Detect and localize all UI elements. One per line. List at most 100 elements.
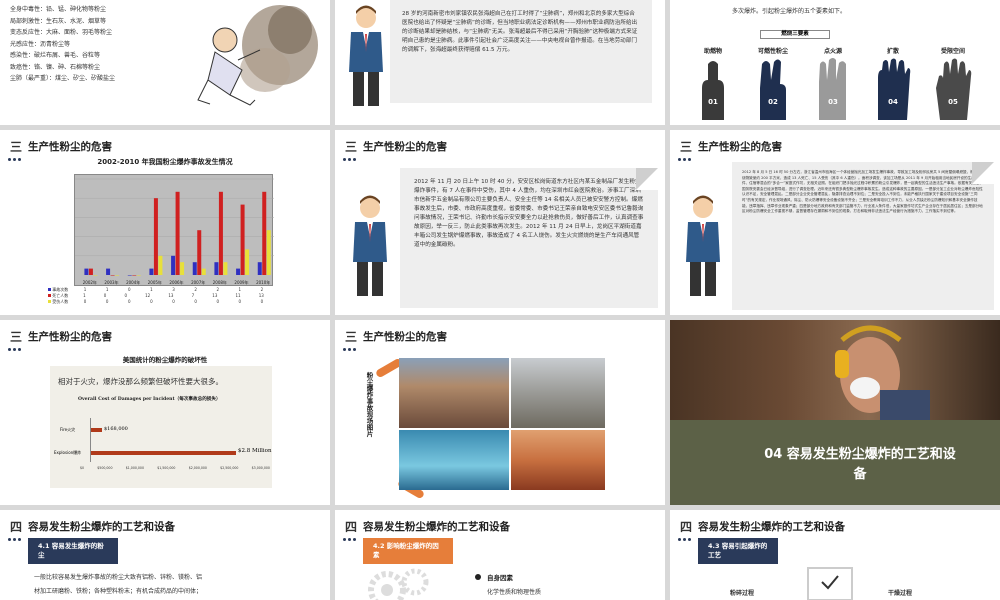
bar-事故次数 <box>257 262 262 275</box>
fire-bar <box>90 428 102 432</box>
title-text: 容易发生粉尘爆炸的工艺和设备 <box>698 521 846 533</box>
section-number: 三 <box>10 140 23 154</box>
explosion-label: Explosion爆炸 <box>54 450 82 455</box>
decorative-dots <box>343 538 356 541</box>
text-line: 光感应性：沥青粉尘等 <box>10 40 71 48</box>
accident-photo <box>399 358 509 428</box>
subtitle: 美国统计的粉尘爆炸的破坏性 <box>122 356 208 364</box>
slide-thumbnail-6[interactable]: 三生产性粉尘的危害 2012 年 8 月 5 日 16 时 50 分左右，浙江省… <box>670 130 1000 315</box>
slide-thumbnail-9[interactable]: 04 容易发生粉尘爆炸的工艺和设备 <box>670 320 1000 505</box>
x-axis-ticks: $0 $500,000 $1,000,000 $1,500,000 $2,000,000… <box>80 466 270 470</box>
bar-事故次数 <box>236 268 241 275</box>
x-tick-label: 2010年 <box>256 279 270 285</box>
text-line: 致癌性：铬、镍、砷、石棉等粉尘 <box>10 63 101 71</box>
slide-title: 三生产性粉尘的危害 <box>680 138 782 155</box>
hand-05: 受限空间 05 <box>934 48 972 120</box>
slide-thumbnail-4[interactable]: 三生产性粉尘的危害 2002-2010 年我国粉尘爆炸事故发生情况 2002年 2… <box>0 130 330 315</box>
section-number: 四 <box>680 520 693 534</box>
presenter-figure <box>349 5 383 106</box>
accident-photo-collage <box>399 358 605 490</box>
case-text-card: 2012 年 8 月 5 日 16 时 50 分左右，浙江省温州市瓯海区一个体经… <box>732 162 994 310</box>
hand-03: 点火源 03 <box>814 48 852 120</box>
slide-thumbnail-5[interactable]: 三生产性粉尘的危害 2012 年 11 月 20 日上午 10 时 40 分，安… <box>335 130 665 315</box>
bar-死亡人数 <box>110 275 115 276</box>
table-cell: 0 <box>128 299 131 304</box>
bar-死亡人数 <box>197 230 202 275</box>
decorative-dots <box>8 158 21 161</box>
slide-thumbnail-10[interactable]: 四容易发生粉尘爆炸的工艺和设备 4.1 容易发生爆炸的粉尘 一般比较容易发生爆炸… <box>0 510 330 600</box>
slide-thumbnail-12[interactable]: 四容易发生粉尘爆炸的工艺和设备 4.3 容易引起爆炸的工艺 粉碎过程 干燥过程 <box>670 510 1000 600</box>
slide-thumbnail-8[interactable]: 三生产性粉尘的危害 粉尘爆炸事故现场图片 <box>335 320 665 505</box>
text-line: 尘肺（最严重）：煤尘、矽尘、矽酸盐尘 <box>10 75 116 82</box>
bar-受伤人数 <box>93 275 98 276</box>
title-text: 容易发生粉尘爆炸的工艺和设备 <box>28 521 176 533</box>
decorative-dots <box>343 348 356 351</box>
table-cell: 0 <box>194 299 197 304</box>
fire-label: Fire火灾 <box>60 427 76 432</box>
axis-line <box>90 418 91 462</box>
bar-死亡人数 <box>240 204 245 275</box>
hand-number: 02 <box>768 98 778 106</box>
hand-label: 可燃性粉尘 <box>757 48 788 55</box>
slide-title: 三生产性粉尘的危害 <box>345 138 447 155</box>
decorative-dots <box>678 158 691 161</box>
decorative-dots <box>343 158 356 161</box>
bar-事故次数 <box>149 268 154 275</box>
table-cell: 0 <box>260 299 264 304</box>
slide-thumbnail-1[interactable]: 全身中毒性：铅、锰、砷化物等粉尘 局部刺激性：生石灰、水泥、烟草等 变态反应性：… <box>0 0 330 125</box>
bar-死亡人数 <box>218 191 223 275</box>
explosion-value: $2.8 Million <box>238 448 272 454</box>
hand-02: 可燃性粉尘 02 <box>754 48 792 120</box>
page-fold <box>636 168 658 190</box>
bar-死亡人数 <box>153 198 158 275</box>
case-text-card: 28 岁的河南新密市刘家镇农民张海超自己在打工时得了“尘肺病”，郑州和北京的多家… <box>390 0 652 103</box>
table-cell: 0 <box>83 299 87 304</box>
text-line: 全身中毒性：铅、锰、砷化物等粉尘 <box>10 6 107 13</box>
text-line: 局部刺激性：生石灰、水泥、烟草等 <box>10 17 107 25</box>
table-cell: 0 <box>172 299 175 304</box>
x-tick-label: 2004年 <box>126 279 140 285</box>
legend-entry: 受伤人数 <box>48 299 74 305</box>
bar-受伤人数 <box>223 262 228 275</box>
chart-plot-area: 2002年 2003年 2004年 2005年 2006年 2007年 2008年 2009年… <box>74 174 274 286</box>
accident-photo <box>399 430 509 490</box>
text-list: 全身中毒性：铅、锰、砷化物等粉尘 局部刺激性：生石灰、水泥、烟草等 变态反应性：… <box>10 4 115 85</box>
chart-data-table: 事故次数 1 1 0 1 3 2 2 1 2 死亡人数 1 0 0 12 13 7 13 11 13 受伤人数 0 0 0… <box>48 287 273 305</box>
bar-事故次数 <box>106 268 111 275</box>
worker-with-mask-illustration <box>835 325 930 420</box>
section-number: 四 <box>10 520 23 534</box>
title-text: 容易发生粉尘爆炸的工艺和设备 <box>363 521 511 533</box>
slide-thumbnail-2[interactable]: 28 岁的河南新密市刘家镇农民张海超自己在打工时得了“尘肺病”，郑州和北京的多家… <box>335 0 665 125</box>
bar-死亡人数 <box>175 191 180 275</box>
accident-photo <box>511 430 605 490</box>
title-text: 生产性粉尘的危害 <box>363 331 448 343</box>
slide-title: 三生产性粉尘的危害 <box>10 328 112 345</box>
x-tick-label: 2007年 <box>191 279 205 285</box>
slide-thumbnail-11[interactable]: 四容易发生粉尘爆炸的工艺和设备 4.2 影响粉尘爆炸的因素 自身因素 化学性质和… <box>335 510 665 600</box>
x-tick-label: 2009年 <box>234 279 248 285</box>
title-text: 生产性粉尘的危害 <box>28 331 113 343</box>
bar-死亡人数 <box>132 275 137 276</box>
page-fold <box>972 162 994 184</box>
bar-事故次数 <box>127 275 132 276</box>
bullet-dot <box>475 574 481 580</box>
case-text: 2012 年 11 月 20 日上午 10 时 40 分，安安区松岗街道东方社区… <box>414 179 644 248</box>
decorative-dots <box>8 538 21 541</box>
slide-thumbnail-7[interactable]: 三生产性粉尘的危害 美国统计的粉尘爆炸的破坏性 相对于火灾，爆炸没那么频繁但破坏… <box>0 320 330 505</box>
text-line: 变态反应性：大麻、面粉、羽毛等粉尘 <box>10 29 113 36</box>
subsection-badge: 4.1 容易发生爆炸的粉尘 <box>28 538 118 564</box>
bar-受伤人数 <box>245 249 250 275</box>
slide-title: 四容易发生粉尘爆炸的工艺和设备 <box>10 518 175 535</box>
bar-受伤人数 <box>266 230 271 275</box>
slide-thumbnail-3[interactable]: 多次爆炸。引起粉尘爆炸的五个要素如下。 燃烧三要素 助燃物 01 可燃性粉尘 0… <box>670 0 1000 125</box>
slide-title: 四容易发生粉尘爆炸的工艺和设备 <box>345 518 510 535</box>
case-text: 2012 年 8 月 5 日 16 时 50 分左右，浙江省温州市瓯海区一个体经… <box>742 170 983 214</box>
title-text: 生产性粉尘的危害 <box>363 141 448 153</box>
cost-chart-panel: 相对于火灾，爆炸没那么频繁但破坏性要大很多。 Overall Cost of D… <box>50 366 272 488</box>
vertical-side-label: 粉尘爆炸事故现场图片 <box>365 372 373 437</box>
text-line: 感染性：破烂布屑、兽毛、谷粒等 <box>10 52 101 59</box>
table-cell: 0 <box>105 299 109 304</box>
hand-label: 受限空间 <box>940 48 965 55</box>
x-tick-label: 2006年 <box>169 279 183 285</box>
cost-chart-title: Overall Cost of Damages per Incident（每次事… <box>78 397 221 402</box>
